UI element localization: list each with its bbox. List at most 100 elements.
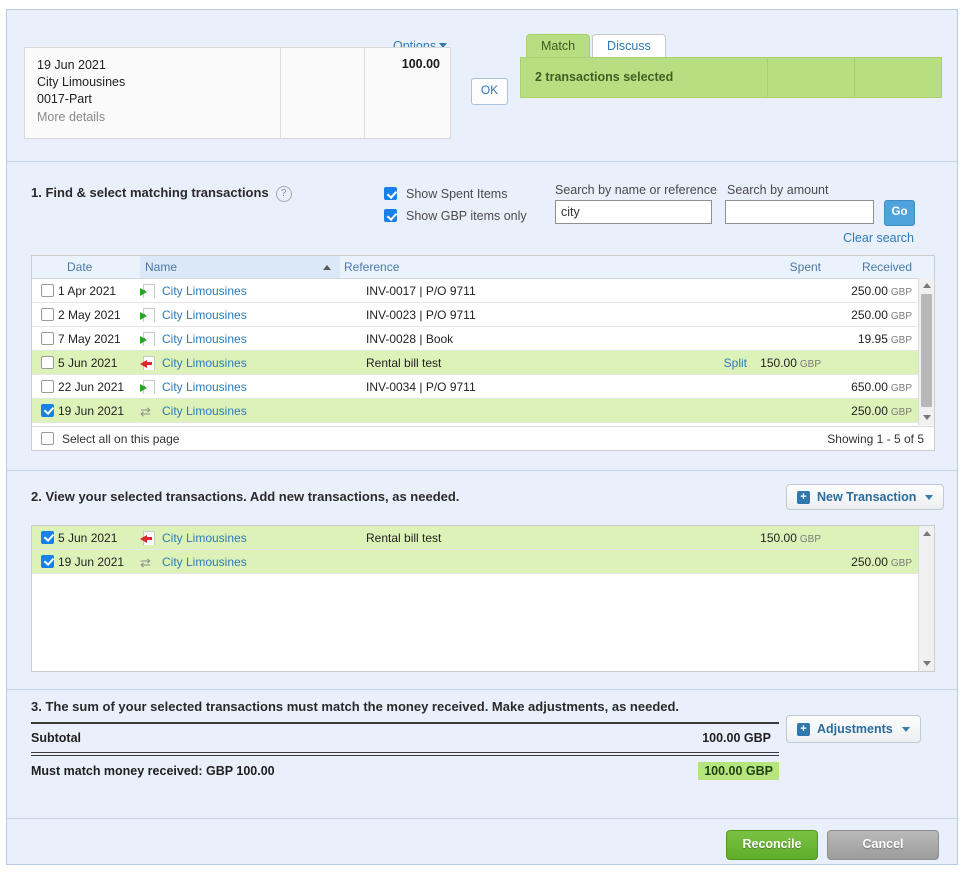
row-name-link[interactable]: City Limousines	[162, 308, 362, 322]
table-footer: Select all on this page Showing 1 - 5 of…	[32, 426, 934, 450]
row-checkbox[interactable]	[41, 554, 54, 568]
selection-banner-received-cell	[855, 58, 941, 97]
tab-match[interactable]: Match	[526, 34, 591, 58]
row-type-icon-cell	[140, 355, 162, 370]
row-type-icon-cell	[140, 283, 162, 298]
chevron-down-icon	[925, 494, 934, 500]
scroll-up-icon[interactable]	[923, 531, 931, 536]
row-select-cell[interactable]	[32, 283, 58, 298]
select-all-checkbox[interactable]	[41, 432, 54, 445]
invoice-in-icon	[140, 283, 155, 298]
adjustments-label: Adjustments	[817, 722, 893, 736]
section-divider-1	[7, 161, 957, 162]
bill-out-icon	[140, 530, 155, 545]
search-amount-label: Search by amount	[727, 183, 829, 197]
row-checkbox[interactable]	[41, 379, 54, 393]
showing-count: Showing 1 - 5 of 5	[827, 431, 924, 446]
row-name-link[interactable]: City Limousines	[162, 284, 362, 298]
table-row[interactable]: 1 Apr 2021 City Limousines INV-0017 | P/O …	[32, 279, 934, 303]
scroll-down-icon[interactable]	[923, 415, 931, 420]
selected-table-row[interactable]: 5 Jun 2021 City Limousines Rental bill tes…	[32, 526, 934, 550]
row-name-link[interactable]: City Limousines	[162, 555, 362, 569]
selection-banner-text: 2 transactions selected	[521, 58, 768, 97]
row-checkbox[interactable]	[41, 283, 54, 297]
row-type-icon-cell	[140, 331, 162, 346]
statement-details: 19 Jun 2021 City Limousines 0017-Part Mo…	[25, 48, 281, 138]
search-name-input[interactable]	[555, 200, 712, 224]
section-divider-3	[7, 689, 957, 690]
row-spent: 150.00 GBP	[760, 530, 821, 545]
footer-divider	[7, 818, 957, 819]
row-reference: INV-0017 | P/O 9711	[366, 283, 476, 298]
statement-line-box: 19 Jun 2021 City Limousines 0017-Part Mo…	[24, 47, 451, 139]
row-reference: INV-0034 | P/O 9711	[366, 379, 476, 394]
scroll-thumb[interactable]	[921, 294, 932, 407]
row-select-cell[interactable]	[32, 403, 58, 418]
reconcile-button[interactable]: Reconcile	[726, 830, 818, 860]
row-name-link[interactable]: City Limousines	[162, 356, 362, 370]
column-header-spent[interactable]: Spent	[695, 256, 829, 278]
row-split-link[interactable]: Split	[695, 356, 747, 370]
section-divider-2	[7, 470, 957, 471]
row-date: 19 Jun 2021	[58, 403, 125, 418]
row-reference: Rental bill test	[366, 355, 442, 370]
row-checkbox[interactable]	[41, 530, 54, 544]
row-select-cell[interactable]	[32, 331, 58, 346]
row-name-link[interactable]: City Limousines	[162, 380, 362, 394]
show-spent-items-checkbox[interactable]	[384, 187, 397, 200]
column-header-received[interactable]: Received	[829, 256, 934, 278]
new-transaction-label: New Transaction	[817, 490, 917, 504]
row-checkbox[interactable]	[41, 331, 54, 345]
table-row[interactable]: 19 Jun 2021 ⇄ City Limousines 250.00 GBP	[32, 399, 934, 423]
totals-block: Subtotal 100.00 GBP Must match money rec…	[31, 722, 779, 786]
table-row[interactable]: 7 May 2021 City Limousines INV-0028 | Book…	[32, 327, 934, 351]
row-name-link[interactable]: City Limousines	[162, 531, 362, 545]
scroll-down-icon[interactable]	[923, 661, 931, 666]
clear-search-link[interactable]: Clear search	[555, 231, 914, 245]
row-reference: INV-0028 | Book	[366, 331, 454, 346]
search-amount-input[interactable]	[725, 200, 874, 224]
table-row[interactable]: 5 Jun 2021 City Limousines Rental bill tes…	[32, 351, 934, 375]
adjustments-button[interactable]: + Adjustments	[786, 715, 921, 743]
column-header-reference[interactable]: Reference	[340, 256, 695, 278]
filter-show-spent-items[interactable]: Show Spent Items	[384, 183, 527, 205]
must-match-amount: 100.00 GBP	[698, 762, 779, 780]
column-header-date[interactable]: Date	[32, 256, 140, 278]
column-header-name[interactable]: Name	[140, 256, 340, 278]
filter-checkboxes: Show Spent Items Show GBP items only	[384, 183, 527, 227]
row-checkbox[interactable]	[41, 403, 54, 417]
selection-banner-spent-cell	[768, 58, 855, 97]
invoice-in-icon	[140, 331, 155, 346]
row-reference: Rental bill test	[366, 530, 442, 545]
row-name-link[interactable]: City Limousines	[162, 404, 362, 418]
row-name-link[interactable]: City Limousines	[162, 332, 362, 346]
transfer-icon: ⇄	[140, 404, 151, 418]
row-checkbox[interactable]	[41, 307, 54, 321]
row-select-cell[interactable]	[32, 379, 58, 394]
row-select-cell[interactable]	[32, 307, 58, 322]
table-row[interactable]: 2 May 2021 City Limousines INV-0023 | P/O …	[32, 303, 934, 327]
cancel-button[interactable]: Cancel	[827, 830, 939, 860]
ok-button[interactable]: OK	[471, 78, 508, 105]
row-type-icon-cell	[140, 530, 162, 545]
selected-table-scrollbar[interactable]	[918, 526, 934, 671]
scroll-up-icon[interactable]	[923, 283, 931, 288]
show-gbp-only-checkbox[interactable]	[384, 209, 397, 222]
table-row[interactable]: 22 Jun 2021 City Limousines INV-0034 | P/O…	[32, 375, 934, 399]
selected-table-row[interactable]: 19 Jun 2021 ⇄ City Limousines 250.00 GBP	[32, 550, 934, 574]
filter-show-gbp-only[interactable]: Show GBP items only	[384, 205, 527, 227]
row-type-icon-cell: ⇄	[140, 554, 162, 569]
row-checkbox[interactable]	[41, 355, 54, 369]
more-details-link[interactable]: More details	[37, 109, 268, 126]
selection-banner: 2 transactions selected	[520, 57, 942, 98]
statement-spent-cell	[281, 48, 365, 138]
row-select-cell[interactable]	[32, 530, 58, 545]
row-select-cell[interactable]	[32, 355, 58, 370]
new-transaction-button[interactable]: + New Transaction	[786, 484, 945, 510]
row-select-cell[interactable]	[32, 554, 58, 569]
search-controls: Search by name or reference Search by am…	[555, 183, 915, 245]
help-icon[interactable]: ?	[275, 186, 292, 202]
table-scrollbar[interactable]	[918, 278, 934, 425]
go-button[interactable]: Go	[884, 200, 915, 226]
tab-discuss[interactable]: Discuss	[592, 34, 666, 58]
